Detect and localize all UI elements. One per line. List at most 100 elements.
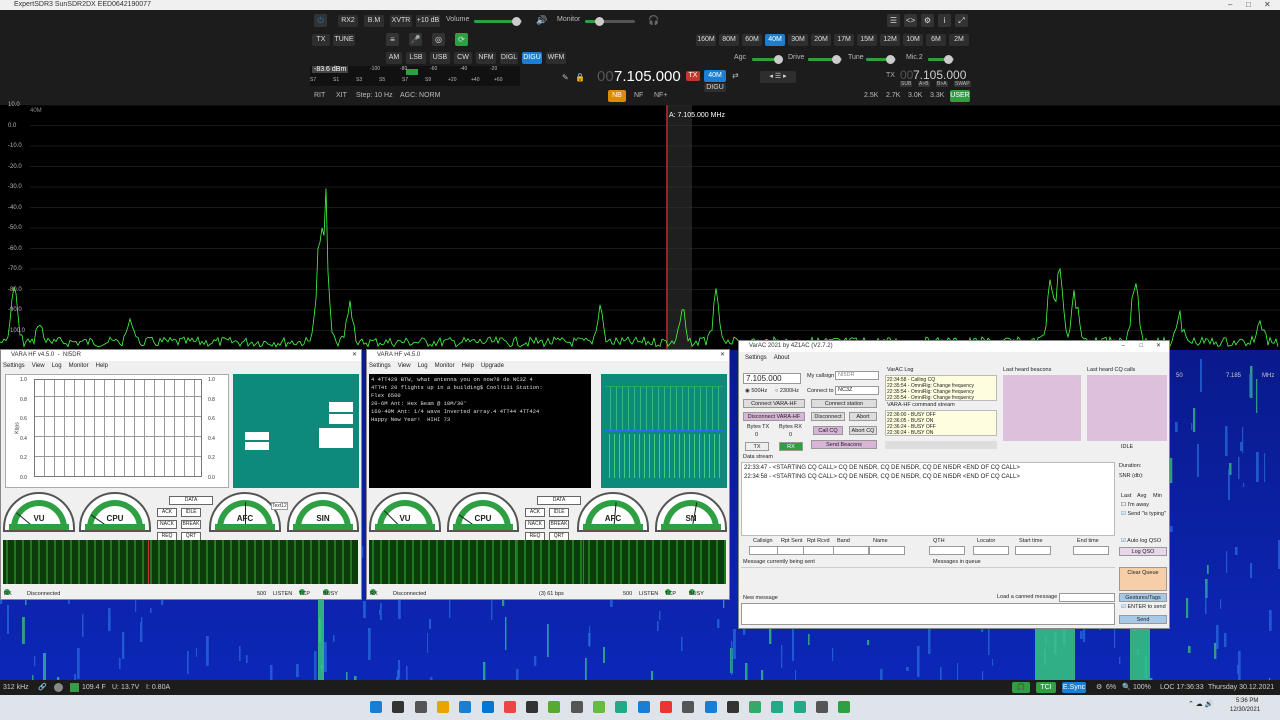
taskbar-app-icon[interactable]: [749, 701, 762, 713]
varac-frequency-field[interactable]: 7.105.000: [743, 373, 801, 384]
power-icon[interactable]: ⏻: [314, 14, 327, 27]
plus10db-button[interactable]: +10 dB: [416, 15, 440, 27]
vfo-a-band[interactable]: 40M: [704, 70, 726, 82]
varac-qso-table[interactable]: Callsign Rpt Sent Rpt Rcvd Band Name QTH Locat…: [741, 538, 1115, 558]
varac-window[interactable]: VarAC 2021 by 4Z1AC (V2.7.2) – □ ✕ Setti…: [738, 340, 1170, 629]
mode-digl[interactable]: DIGL: [500, 52, 518, 64]
maximize-icon[interactable]: □: [1246, 0, 1251, 10]
vfo-b-btn-b-to-a[interactable]: B>A: [936, 81, 948, 87]
taskbar-app-icon[interactable]: [392, 701, 405, 713]
step-label[interactable]: Step: 10 Hz: [356, 92, 393, 99]
mode-cw[interactable]: CW: [454, 52, 472, 64]
filter-2-5k[interactable]: 2.5K: [864, 92, 878, 99]
varac-minimize-icon[interactable]: –: [1122, 341, 1125, 352]
taskbar-app-icon[interactable]: [771, 701, 784, 713]
menu-item-settings[interactable]: Settings: [369, 363, 391, 369]
table-cell[interactable]: [833, 546, 869, 555]
band-80m[interactable]: 80M: [719, 34, 739, 46]
table-cell[interactable]: [973, 546, 1009, 555]
band-15m[interactable]: 15M: [857, 34, 877, 46]
taskbar-app-icon[interactable]: [659, 701, 672, 713]
vara-hf-window-1[interactable]: VARA HF v4.5.0 - NI5DR ✕ Settings View Log…: [0, 349, 362, 600]
vara-hf-window-2[interactable]: VARA HF v4.5.0 ✕ Settings View Log Monitor H…: [366, 349, 730, 600]
varac-im-away-checkbox[interactable]: ☐ I'm away: [1121, 502, 1149, 508]
band-2m[interactable]: 2M: [949, 34, 969, 46]
nb-button[interactable]: NB: [608, 90, 626, 102]
menu-item-about[interactable]: About: [774, 355, 790, 361]
rx2-button[interactable]: RX2: [338, 15, 358, 27]
band-10m[interactable]: 10M: [903, 34, 923, 46]
fullscreen-icon[interactable]: ⤢: [955, 14, 968, 27]
varac-auto-log-checkbox[interactable]: ☑ Auto log QSO: [1121, 538, 1161, 544]
headset-icon[interactable]: 🎧: [1012, 682, 1030, 693]
taskbar-app-icon[interactable]: [570, 701, 583, 713]
mode-wfm[interactable]: WFM: [546, 52, 566, 64]
varac-gestures-button[interactable]: Gestures/Tags: [1119, 593, 1167, 602]
headphones-icon[interactable]: 🎧: [648, 15, 659, 26]
mic-slider[interactable]: [928, 55, 954, 64]
varac-connect-vara-button[interactable]: Connect VARA-HF: [743, 399, 805, 408]
menu-item-upgrade[interactable]: Upgrade: [481, 363, 504, 369]
band-20m[interactable]: 20M: [811, 34, 831, 46]
varac-2300hz-radio[interactable]: ○ 2300Hz: [775, 388, 799, 394]
vara1-close-icon[interactable]: ✕: [352, 350, 357, 361]
code-icon[interactable]: <>: [904, 14, 917, 27]
taskbar-app-icon[interactable]: [526, 701, 539, 713]
record-icon[interactable]: ⟳: [455, 33, 468, 46]
varac-abort-button[interactable]: Abort: [849, 412, 877, 421]
link-icon[interactable]: 🔗: [38, 680, 47, 695]
pencil-icon[interactable]: ✎: [562, 73, 569, 82]
taskbar-app-icon[interactable]: [436, 701, 449, 713]
varac-disconnect-button[interactable]: Disconnect: [811, 412, 845, 421]
varac-call-cq-button[interactable]: Call CQ: [813, 426, 843, 435]
varac-my-callsign-field[interactable]: NI5DR: [835, 371, 879, 380]
varac-close-icon[interactable]: ✕: [1156, 341, 1161, 352]
mic-icon[interactable]: 🎤: [409, 33, 422, 46]
taskbar-app-icon[interactable]: [459, 701, 472, 713]
varac-500hz-radio[interactable]: ◉ 500Hz: [745, 388, 767, 394]
varac-send-beacons-button[interactable]: Send Beacons: [811, 440, 877, 449]
varac-connect-to-field[interactable]: NC3Z: [835, 386, 879, 395]
menu-item-view[interactable]: View: [398, 363, 411, 369]
varac-maximize-icon[interactable]: □: [1139, 341, 1143, 352]
band-160m[interactable]: 160M: [696, 34, 716, 46]
varac-abort-cq-button[interactable]: Abort CQ: [849, 426, 877, 435]
varac-disconnect-vara-button[interactable]: Disconnect VARA-HF: [743, 412, 805, 421]
tci-indicator[interactable]: TCI: [1036, 682, 1056, 693]
varac-log-qso-button[interactable]: Log QSO: [1119, 547, 1167, 556]
varac-cmd-list[interactable]: 22:36:00 - BUSY OFF 22:36:05 - BUSY ON 22:…: [885, 410, 997, 436]
table-cell[interactable]: [1073, 546, 1109, 555]
band-40m[interactable]: 40M: [765, 34, 785, 46]
filter-3-0k[interactable]: 3.0K: [908, 92, 922, 99]
drive-slider[interactable]: [808, 55, 842, 64]
menu-item-monitor[interactable]: Monitor: [69, 363, 89, 369]
close-icon[interactable]: ✕: [1264, 0, 1271, 10]
band-17m[interactable]: 17M: [834, 34, 854, 46]
rit-button[interactable]: RIT: [314, 92, 325, 99]
vfo-b-btn-swap[interactable]: SWAP: [954, 81, 971, 87]
mode-am[interactable]: AM: [386, 52, 402, 64]
xit-button[interactable]: XIT: [336, 92, 347, 99]
varac-connect-station-button[interactable]: Connect station: [811, 399, 877, 408]
tune-slider[interactable]: [866, 55, 896, 64]
varac-enter-send-checkbox[interactable]: ☑ ENTER to send: [1121, 604, 1166, 610]
vara2-close-icon[interactable]: ✕: [720, 350, 725, 361]
taskbar-app-icon[interactable]: [370, 701, 382, 713]
taskbar-app-icon[interactable]: [481, 701, 494, 713]
minimize-icon[interactable]: –: [1228, 0, 1232, 10]
mode-digu[interactable]: DIGU: [522, 52, 542, 64]
varac-new-message-input[interactable]: [741, 603, 1115, 625]
volume-slider[interactable]: [474, 17, 522, 26]
lock-icon[interactable]: 🔒: [575, 73, 585, 82]
agc-mode-label[interactable]: AGC: NORM: [400, 92, 440, 99]
menu-item-settings[interactable]: Settings: [3, 363, 25, 369]
filter-user[interactable]: USER: [950, 90, 970, 102]
varac-send-button[interactable]: Send: [1119, 615, 1167, 624]
menu-item-help[interactable]: Help: [96, 363, 108, 369]
mode-usb[interactable]: USB: [430, 52, 450, 64]
menu-item-log[interactable]: Log: [52, 363, 62, 369]
filter-3-3k[interactable]: 3.3K: [930, 92, 944, 99]
taskbar-app-icon[interactable]: [682, 701, 695, 713]
nf-plus-button[interactable]: NF+: [654, 92, 667, 99]
taskbar-app-icon[interactable]: [593, 701, 605, 713]
